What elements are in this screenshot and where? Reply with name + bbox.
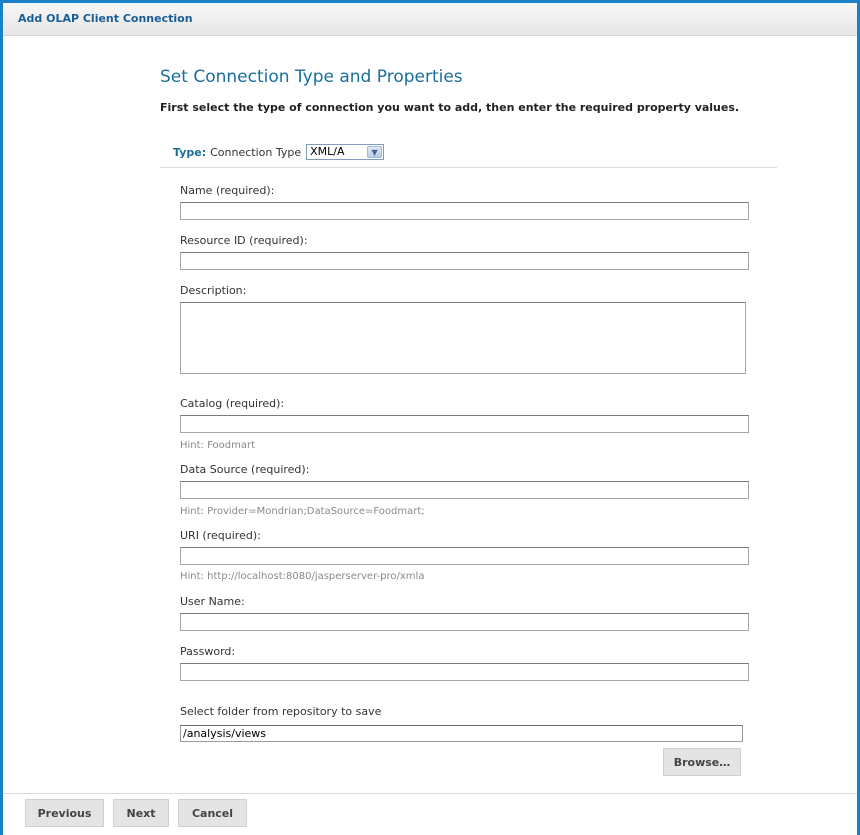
- footer-bar: Previous Next Cancel: [3, 793, 857, 835]
- instructions-text: First select the type of connection you …: [160, 101, 740, 114]
- description-label: Description:: [180, 284, 247, 297]
- connection-type-label: Connection Type: [210, 145, 302, 159]
- data-source-label: Data Source (required):: [180, 463, 310, 476]
- connection-type-value: XML/A: [310, 145, 345, 158]
- password-input[interactable]: [180, 663, 749, 681]
- uri-label: URI (required):: [180, 529, 261, 542]
- chevron-down-icon[interactable]: ▼: [367, 146, 383, 158]
- title-bar: Add OLAP Client Connection: [3, 3, 857, 36]
- browse-button[interactable]: Browse…: [663, 748, 741, 776]
- connection-type-select[interactable]: XML/A ▼: [306, 144, 385, 160]
- data-source-input[interactable]: [180, 481, 749, 499]
- catalog-hint: Hint: Foodmart: [180, 440, 255, 451]
- type-label: Type:: [173, 145, 207, 159]
- section-divider: [160, 167, 777, 168]
- connection-type-row: Type: Connection Type XML/A ▼: [173, 144, 385, 160]
- catalog-label: Catalog (required):: [180, 397, 285, 410]
- next-button[interactable]: Next: [113, 799, 169, 827]
- cancel-button[interactable]: Cancel: [178, 799, 247, 827]
- description-textarea[interactable]: [180, 302, 746, 374]
- dialog-window: Add OLAP Client Connection Set Connectio…: [0, 0, 860, 835]
- uri-hint: Hint: http://localhost:8080/jasperserver…: [180, 571, 425, 582]
- resource-id-input[interactable]: [180, 252, 749, 270]
- folder-input[interactable]: /analysis/views: [180, 725, 743, 742]
- user-name-input[interactable]: [180, 613, 749, 631]
- previous-button[interactable]: Previous: [25, 799, 104, 827]
- catalog-input[interactable]: [180, 415, 749, 433]
- name-input[interactable]: [180, 202, 749, 220]
- data-source-hint: Hint: Provider=Mondrian;DataSource=Foodm…: [180, 506, 425, 517]
- window-title: Add OLAP Client Connection: [18, 12, 193, 25]
- resource-id-label: Resource ID (required):: [180, 234, 308, 247]
- password-label: Password:: [180, 645, 236, 658]
- page-heading: Set Connection Type and Properties: [160, 67, 463, 87]
- user-name-label: User Name:: [180, 595, 245, 608]
- uri-input[interactable]: [180, 547, 749, 565]
- name-label: Name (required):: [180, 184, 275, 197]
- folder-label: Select folder from repository to save: [180, 705, 382, 718]
